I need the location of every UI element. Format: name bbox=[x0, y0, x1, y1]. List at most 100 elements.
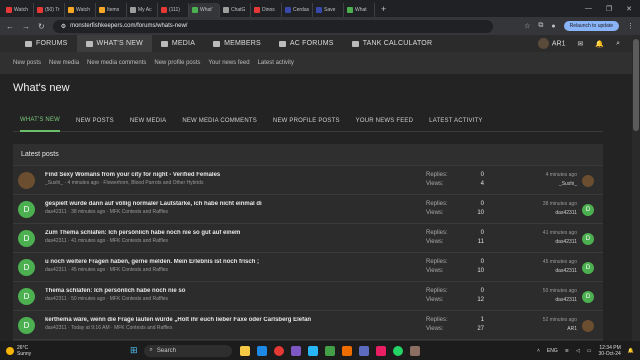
thread-title[interactable]: Thema schlafen: Ich persönlich habe noch… bbox=[45, 288, 415, 294]
page-scrollbar[interactable] bbox=[632, 35, 640, 341]
nav-media[interactable]: MEDIA bbox=[152, 35, 204, 52]
browser-tab[interactable]: Watch bbox=[65, 3, 96, 17]
last-post-user[interactable]: _Sushi_ bbox=[503, 181, 577, 187]
new-tab-button[interactable]: + bbox=[381, 4, 386, 14]
file-explorer-icon[interactable] bbox=[239, 345, 250, 356]
last-post-user[interactable]: das42311 bbox=[503, 297, 577, 303]
subnav-new-posts[interactable]: New posts bbox=[13, 60, 41, 66]
thread-row[interactable]: Find Sexy Womans from your city for nigh… bbox=[13, 166, 603, 195]
subnav-new-media[interactable]: New media bbox=[49, 60, 79, 66]
avatar[interactable]: D bbox=[18, 317, 35, 334]
thread-author[interactable]: das42311 bbox=[45, 325, 67, 331]
last-poster-avatar[interactable]: D bbox=[582, 204, 594, 216]
browser-tab[interactable]: Watch bbox=[3, 3, 34, 17]
last-post-time[interactable]: 52 minutes ago bbox=[503, 317, 577, 323]
last-poster-avatar[interactable]: D bbox=[582, 291, 594, 303]
last-post-time[interactable]: 4 minutes ago bbox=[503, 172, 577, 178]
close-window-button[interactable]: ✕ bbox=[626, 5, 632, 13]
app-icon[interactable] bbox=[375, 345, 386, 356]
menu-kebab-icon[interactable]: ⋮ bbox=[627, 22, 634, 30]
subnav-latest-activity[interactable]: Latest activity bbox=[258, 60, 294, 66]
language-indicator[interactable]: ENG bbox=[547, 348, 558, 354]
nav-members[interactable]: MEMBERS bbox=[204, 35, 270, 52]
tab-your-news-feed[interactable]: YOUR NEWS FEED bbox=[356, 110, 413, 132]
app-icon[interactable] bbox=[409, 345, 420, 356]
last-poster-avatar[interactable] bbox=[582, 320, 594, 332]
scrollbar-thumb[interactable] bbox=[633, 39, 639, 131]
browser-tab[interactable]: Dinos bbox=[251, 3, 282, 17]
app-icon[interactable] bbox=[341, 345, 352, 356]
subnav-new-media-comments[interactable]: New media comments bbox=[87, 60, 146, 66]
thread-forum[interactable]: MFK Contests and Raffles bbox=[110, 267, 168, 273]
app-icon[interactable] bbox=[358, 345, 369, 356]
last-post-time[interactable]: 45 minutes ago bbox=[503, 259, 577, 265]
thread-author[interactable]: das42311 bbox=[45, 296, 67, 302]
nav-tank-calculator[interactable]: TANK CALCULATOR bbox=[343, 35, 442, 52]
back-icon[interactable]: ← bbox=[6, 22, 14, 31]
store-icon[interactable] bbox=[290, 345, 301, 356]
reload-icon[interactable]: ↻ bbox=[38, 22, 45, 31]
tab-new-media[interactable]: NEW MEDIA bbox=[130, 110, 166, 132]
bookmark-star-icon[interactable]: ☆ bbox=[524, 22, 530, 30]
bell-icon[interactable]: 🔔 bbox=[595, 40, 604, 48]
browser-tab[interactable]: Items bbox=[96, 3, 127, 17]
address-bar[interactable]: ⚙ monsterfishkeepers.com/forums/whats-ne… bbox=[52, 19, 493, 33]
thread-title[interactable]: u noch weitere Fragen haben, gerne melde… bbox=[45, 259, 415, 265]
battery-icon[interactable]: ▭ bbox=[587, 348, 592, 354]
last-post-time[interactable]: 38 minutes ago bbox=[503, 201, 577, 207]
last-poster-avatar[interactable] bbox=[582, 175, 594, 187]
chevron-up-icon[interactable]: ˄ bbox=[537, 348, 540, 354]
mail-icon[interactable] bbox=[307, 345, 318, 356]
thread-title[interactable]: kerthema wäre, wenn die Frage lauten wür… bbox=[45, 317, 415, 323]
browser-tab[interactable]: (50) Tr bbox=[34, 3, 65, 17]
windows-start-icon[interactable]: ⊞ bbox=[130, 345, 138, 356]
maximize-button[interactable]: ❐ bbox=[606, 5, 612, 13]
user-menu[interactable]: AR1 bbox=[537, 38, 565, 49]
clock[interactable]: 12:34 PM 30-Oct-24 bbox=[599, 345, 621, 357]
thread-title[interactable]: Zum Thema schlafen: Ich persönlich habe … bbox=[45, 230, 415, 236]
profile-icon[interactable]: ● bbox=[551, 23, 555, 30]
avatar[interactable]: D bbox=[18, 201, 35, 218]
browser-tab[interactable]: ChatG bbox=[220, 3, 251, 17]
tab-new-profile-posts[interactable]: NEW PROFILE POSTS bbox=[273, 110, 340, 132]
thread-forum[interactable]: MFK Contests and Raffles bbox=[110, 238, 168, 244]
browser-tab[interactable]: Cerdas bbox=[282, 3, 313, 17]
taskbar-search[interactable]: ⌕ Search bbox=[143, 344, 232, 357]
url-text[interactable]: monsterfishkeepers.com/forums/whats-new/ bbox=[70, 23, 187, 29]
browser-tab[interactable]: (111) bbox=[158, 3, 189, 17]
browser-tab[interactable]: What' bbox=[189, 3, 220, 17]
avatar[interactable]: D bbox=[18, 230, 35, 247]
thread-row[interactable]: D Zum Thema schlafen: Ich persönlich habe… bbox=[13, 224, 603, 253]
subnav-your-news-feed[interactable]: Your news feed bbox=[208, 60, 249, 66]
last-poster-avatar[interactable]: D bbox=[582, 262, 594, 274]
thread-author[interactable]: _Sushi_ bbox=[45, 180, 63, 186]
app-icon[interactable] bbox=[324, 345, 335, 356]
thread-row[interactable]: D Thema schlafen: Ich persönlich habe noc… bbox=[13, 282, 603, 311]
extensions-icon[interactable]: ⧉ bbox=[538, 22, 543, 30]
last-post-time[interactable]: 50 minutes ago bbox=[503, 288, 577, 294]
thread-forum[interactable]: MFK Contests and Raffles bbox=[110, 296, 168, 302]
edge-icon[interactable] bbox=[256, 345, 267, 356]
volume-icon[interactable]: ◁ bbox=[576, 348, 580, 354]
search-icon[interactable]: ⌕ bbox=[616, 40, 620, 48]
thread-forum[interactable]: MFK Contests and Raffles bbox=[110, 209, 168, 215]
thread-forum[interactable]: Flowerhorn, Blood Parrots and Other Hybr… bbox=[103, 180, 203, 186]
thread-author[interactable]: das42311 bbox=[45, 267, 67, 273]
notification-bell-icon[interactable]: 🔔 bbox=[628, 348, 634, 354]
tab-latest-activity[interactable]: LATEST ACTIVITY bbox=[429, 110, 482, 132]
tab-new-posts[interactable]: NEW POSTS bbox=[76, 110, 114, 132]
nav-forums[interactable]: FORUMS bbox=[16, 35, 77, 52]
thread-row[interactable]: Du noch weitere Fragen haben, gerne meld… bbox=[13, 253, 603, 282]
inbox-icon[interactable]: ✉ bbox=[577, 40, 583, 48]
thread-title[interactable]: Find Sexy Womans from your city for nigh… bbox=[45, 172, 415, 178]
thread-title[interactable]: gespielt wurde dann auf völlig normaler … bbox=[45, 201, 415, 207]
browser-tab[interactable]: Save bbox=[313, 3, 344, 17]
last-post-user[interactable]: das42311 bbox=[503, 210, 577, 216]
nav-ac-forums[interactable]: AC FORUMS bbox=[270, 35, 343, 52]
tab-new-media-comments[interactable]: NEW MEDIA COMMENTS bbox=[182, 110, 257, 132]
thread-row[interactable]: Dkerthema wäre, wenn die Frage lauten wü… bbox=[13, 311, 603, 340]
last-post-user[interactable]: AR1 bbox=[503, 326, 577, 332]
last-post-time[interactable]: 41 minutes ago bbox=[503, 230, 577, 236]
site-info-icon[interactable]: ⚙ bbox=[61, 23, 66, 30]
weather-widget[interactable]: 26°C Sunny bbox=[0, 345, 130, 357]
